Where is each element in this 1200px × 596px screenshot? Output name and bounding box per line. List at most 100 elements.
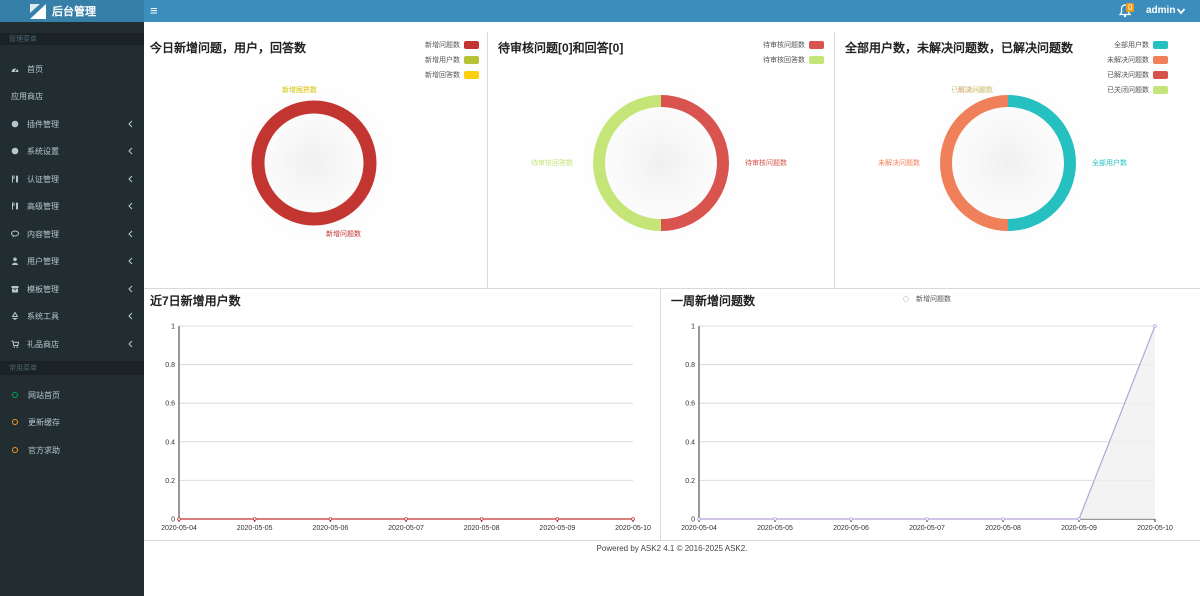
- brand-text: 后台管理: [52, 6, 96, 18]
- chevron-down-icon[interactable]: [1176, 6, 1186, 16]
- notification-badge: 0: [1126, 3, 1135, 12]
- data-point[interactable]: [697, 517, 701, 521]
- circle-outline-icon: [12, 419, 18, 425]
- sidebar-item-label: 认证管理: [27, 174, 59, 184]
- sidebar-section-header: 管理菜单: [0, 33, 144, 45]
- chevron-left-icon: [128, 120, 133, 128]
- sidebar-item-templates[interactable]: 模板管理: [0, 277, 144, 301]
- x-tick-label: 2020-05-04: [161, 525, 197, 532]
- series-line[interactable]: [699, 325, 1156, 520]
- chevron-left-icon: [128, 175, 133, 183]
- user-icon: [12, 257, 18, 265]
- x-tick-label: 2020-05-07: [388, 525, 424, 532]
- user-menu[interactable]: admin: [1146, 5, 1175, 16]
- x-tick-label: 2020-05-10: [615, 525, 651, 532]
- sidebar-item-official-help[interactable]: 官方求助: [0, 438, 144, 462]
- y-tick-label: 0: [171, 517, 175, 524]
- data-point[interactable]: [404, 517, 408, 521]
- chevron-left-icon: [128, 202, 133, 210]
- sidebar-item-advanced[interactable]: 高级管理: [0, 194, 144, 218]
- y-tick-label: 1: [691, 324, 695, 331]
- sidebar-item-gift-shop[interactable]: 礼品商店: [0, 332, 144, 356]
- sidebar-item-label: 内容管理: [27, 229, 59, 239]
- cutlery-icon: [12, 202, 18, 210]
- y-tick-label: 0.6: [165, 401, 175, 408]
- sidebar-item-clear-cache[interactable]: 更新缓存: [0, 410, 144, 434]
- x-tick-label: 2020-05-05: [757, 525, 793, 532]
- chevron-left-icon: [128, 312, 133, 320]
- sidebar-item-label: 网站首页: [28, 390, 60, 400]
- totals-donut-chart: 全部用户数 未解决问题数 已解决问题数 已关闭问题数: [878, 53, 1127, 273]
- sidebar-item-label: 系统工具: [27, 311, 59, 321]
- sidebar-item-label: 高级管理: [27, 201, 59, 211]
- slice-label: 待审核回答数: [531, 158, 573, 167]
- x-tick-label: 2020-05-04: [681, 525, 717, 532]
- today-stats-panel: 今日新增问题，用户，回答数 新增问题数 新增用户数 新增回答数 新增回答数 新增…: [144, 32, 488, 289]
- brand-logo[interactable]: 后台管理: [0, 0, 144, 22]
- x-tick-label: 2020-05-06: [833, 525, 869, 532]
- weekly-users-line-chart: 0 0.2 0.4 0.6 0.8 1 2020-05-04 2020-05-05 2020-0…: [161, 324, 651, 533]
- cutlery-icon: [12, 175, 18, 183]
- sidebar-item-label: 首页: [27, 64, 43, 74]
- weekly-users-panel: 近7日新增用户数 0 0.2 0.4 0.6 0.8 1 2020-05-04 2020-05…: [144, 289, 661, 541]
- sidebar-section-header: 常用菜单: [0, 361, 144, 375]
- comments-icon: [11, 230, 19, 238]
- top-navbar: 后台管理 ≡ 0 admin: [0, 0, 1200, 22]
- data-point[interactable]: [555, 517, 560, 521]
- data-point[interactable]: [177, 517, 181, 521]
- x-tick-label: 2020-05-07: [909, 525, 945, 532]
- sidebar-item-app-store[interactable]: 应用商店: [0, 84, 144, 108]
- dashboard-icon: [11, 68, 19, 72]
- sidebar-item-tools[interactable]: 系统工具: [0, 304, 144, 328]
- data-point[interactable]: [1001, 517, 1005, 521]
- sidebar-item-label: 官方求助: [28, 445, 60, 455]
- chevron-left-icon: [128, 230, 133, 238]
- slice-label: 全部用户数: [1092, 158, 1127, 167]
- data-point[interactable]: [925, 517, 929, 521]
- sidebar-item-label: 模板管理: [27, 284, 59, 294]
- sidebar-item-label: 用户管理: [27, 256, 59, 266]
- slice-label: 未解决问题数: [878, 158, 920, 167]
- data-point[interactable]: [328, 517, 333, 521]
- y-tick-label: 0.8: [685, 362, 695, 369]
- chevron-left-icon: [128, 285, 133, 293]
- totals-panel: 全部用户数，未解决问题数，已解决问题数 全部用户数 未解决问题数 已解决问题数 …: [835, 32, 1200, 289]
- x-tick-label: 2020-05-05: [237, 525, 273, 532]
- circle-outline-icon: [12, 392, 18, 398]
- data-point[interactable]: [1077, 517, 1081, 521]
- sidebar: 管理菜单 首页 应用商店 插件管理 系统设置 认证管理 高级管理 内容管理 用户…: [0, 22, 144, 596]
- sidebar-item-users[interactable]: 用户管理: [0, 249, 144, 273]
- data-point[interactable]: [631, 517, 635, 521]
- data-point[interactable]: [1153, 324, 1157, 328]
- sidebar-item-certification[interactable]: 认证管理: [0, 167, 144, 191]
- data-point[interactable]: [849, 517, 853, 521]
- hamburger-menu-icon[interactable]: ≡: [150, 4, 158, 18]
- data-point[interactable]: [252, 517, 257, 521]
- recycle-icon: [11, 312, 19, 320]
- sidebar-item-label: 系统设置: [27, 146, 59, 156]
- y-tick-label: 0.4: [685, 439, 695, 446]
- x-tick-label: 2020-05-08: [985, 525, 1021, 532]
- sidebar-item-home[interactable]: 首页: [0, 57, 144, 81]
- data-point[interactable]: [479, 517, 484, 521]
- sidebar-item-label: 插件管理: [27, 119, 59, 129]
- sidebar-item-label: 更新缓存: [28, 417, 60, 427]
- area-fill: [699, 326, 1155, 519]
- y-tick-label: 1: [171, 324, 175, 331]
- x-tick-label: 2020-05-09: [1061, 525, 1097, 532]
- weekly-questions-panel: 一周新增问题数 新增问题数 0 0.2 0.4 0.6 0.8 1 2020-05-04 20…: [661, 289, 1200, 541]
- pending-donut-chart: 待审核问题数 待审核回答数: [531, 53, 787, 273]
- slice-label: 新增用户数: [282, 85, 317, 94]
- y-tick-label: 0.8: [165, 362, 175, 369]
- data-point[interactable]: [773, 517, 777, 521]
- slice-label: 新增问题数: [326, 229, 361, 238]
- y-tick-label: 0.2: [165, 478, 175, 485]
- sidebar-item-settings[interactable]: 系统设置: [0, 139, 144, 163]
- sidebar-item-content[interactable]: 内容管理: [0, 222, 144, 246]
- weekly-questions-area-chart: 0 0.2 0.4 0.6 0.8 1 2020-05-04 2020-05-05 2020-0…: [681, 324, 1173, 533]
- y-tick-label: 0.4: [165, 439, 175, 446]
- sidebar-item-plugins[interactable]: 插件管理: [0, 112, 144, 136]
- page-footer: Powered by ASK2 4.1 © 2016-2025 ASK2.: [596, 544, 748, 553]
- sidebar-item-site-home[interactable]: 网站首页: [0, 383, 144, 407]
- archive-icon: [11, 286, 19, 293]
